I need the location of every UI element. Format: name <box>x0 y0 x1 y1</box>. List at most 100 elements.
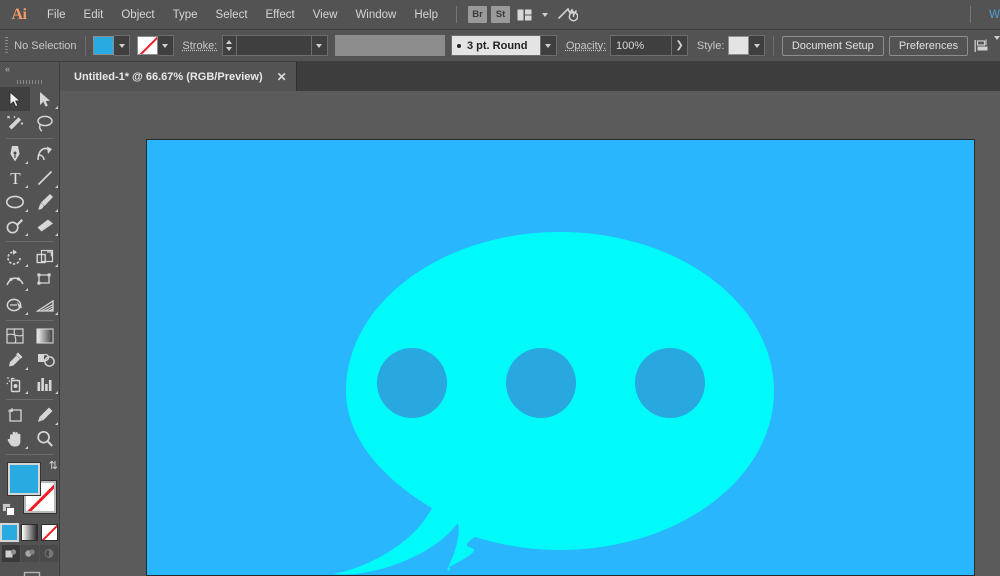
artboard-tool[interactable] <box>0 403 30 427</box>
control-bar: No Selection Stroke: 3 pt. Round Opacity… <box>0 30 1000 62</box>
stroke-dropdown-chevron-icon[interactable] <box>158 35 174 56</box>
ellipse-tool[interactable] <box>0 190 30 214</box>
stroke-weight-control[interactable] <box>222 35 328 56</box>
hand-tool[interactable] <box>0 427 30 451</box>
workspace-switcher[interactable]: W <box>980 9 1000 21</box>
type-tool[interactable]: T <box>0 166 30 190</box>
stroke-weight-label[interactable]: Stroke: <box>182 40 217 52</box>
opacity-control[interactable]: 100% ❯ <box>610 35 688 56</box>
opacity-input[interactable]: 100% <box>610 35 672 56</box>
rotate-tool[interactable] <box>0 245 30 269</box>
paintbrush-tool[interactable] <box>30 190 60 214</box>
shape-builder-tool[interactable] <box>0 293 30 317</box>
eraser-tool[interactable] <box>30 214 60 238</box>
document-tab[interactable]: Untitled-1* @ 66.67% (RGB/Preview) ✕ <box>60 62 297 91</box>
control-bar-grip[interactable] <box>5 37 8 55</box>
opacity-label[interactable]: Opacity: <box>566 40 606 52</box>
none-mode-button[interactable] <box>41 524 58 541</box>
toolbar-collapse-icon[interactable]: « <box>0 62 59 76</box>
sync-settings-icon[interactable] <box>553 0 583 30</box>
toolbar-grip[interactable] <box>0 76 59 87</box>
brush-definition-control[interactable]: 3 pt. Round <box>451 35 557 56</box>
stroke-swatch-none-icon[interactable] <box>137 36 158 55</box>
eyedropper-tool[interactable] <box>0 348 30 372</box>
menu-window[interactable]: Window <box>346 0 405 30</box>
fill-swatch[interactable] <box>93 36 114 55</box>
menu-help[interactable]: Help <box>405 0 447 30</box>
draw-normal-button[interactable] <box>2 545 20 562</box>
scale-tool[interactable] <box>30 245 60 269</box>
tool-flyout-indicator <box>55 233 58 236</box>
arrange-documents-icon[interactable] <box>512 0 537 30</box>
menu-file[interactable]: File <box>38 0 75 30</box>
arrange-chevron-down-icon[interactable] <box>537 0 553 30</box>
slice-tool[interactable] <box>30 403 60 427</box>
magic-wand-tool[interactable] <box>0 111 30 135</box>
align-to-artboard-icon[interactable] <box>974 39 991 53</box>
line-segment-tool[interactable] <box>30 166 60 190</box>
bridge-button[interactable]: Br <box>468 6 487 23</box>
brush-definition-value[interactable]: 3 pt. Round <box>451 35 541 56</box>
align-chevron-down-icon[interactable] <box>994 40 1000 52</box>
stock-button[interactable]: St <box>491 6 510 23</box>
color-mode-button[interactable] <box>1 524 18 541</box>
canvas-area[interactable] <box>60 91 1000 576</box>
opacity-more-options-icon[interactable]: ❯ <box>672 35 688 56</box>
fill-stroke-indicator: ⇅ <box>0 459 60 521</box>
default-fill-stroke-icon[interactable] <box>2 503 16 517</box>
pen-tool[interactable] <box>0 142 30 166</box>
bubble-dot-2 <box>506 348 576 418</box>
stroke-weight-stepper[interactable] <box>222 35 236 56</box>
draw-mode-row <box>0 545 59 562</box>
selection-tool[interactable] <box>0 87 30 111</box>
artboard[interactable] <box>146 139 975 576</box>
mesh-tool[interactable] <box>0 324 30 348</box>
toolbar-divider-5 <box>6 454 53 455</box>
draw-behind-button[interactable] <box>21 545 39 562</box>
curvature-tool[interactable] <box>30 142 60 166</box>
menu-view[interactable]: View <box>304 0 347 30</box>
fill-dropdown-chevron-icon[interactable] <box>114 35 130 56</box>
document-setup-button[interactable]: Document Setup <box>782 36 884 56</box>
shaper-tool[interactable] <box>0 214 30 238</box>
gradient-mode-button[interactable] <box>21 524 38 541</box>
change-screen-mode-icon[interactable] <box>17 570 43 576</box>
tool-group-navigation <box>0 403 60 451</box>
brush-definition-chevron-icon[interactable] <box>541 35 557 56</box>
zoom-tool[interactable] <box>30 427 60 451</box>
blend-tool[interactable] <box>30 348 60 372</box>
stroke-weight-chevron-icon[interactable] <box>312 35 328 56</box>
symbol-sprayer-tool[interactable] <box>0 372 30 396</box>
swap-fill-stroke-icon[interactable]: ⇅ <box>49 459 58 472</box>
tool-flyout-indicator <box>55 106 58 109</box>
menu-select[interactable]: Select <box>207 0 257 30</box>
gradient-tool[interactable] <box>30 324 60 348</box>
stroke-weight-input[interactable] <box>236 35 312 56</box>
perspective-grid-tool[interactable] <box>30 293 60 317</box>
preferences-button[interactable]: Preferences <box>889 36 968 56</box>
graphic-style-swatch[interactable] <box>728 36 749 55</box>
close-icon[interactable]: ✕ <box>277 71 287 83</box>
draw-inside-button[interactable] <box>40 545 58 562</box>
bubble-dot-3 <box>635 348 705 418</box>
width-tool[interactable] <box>0 269 30 293</box>
menu-effect[interactable]: Effect <box>257 0 304 30</box>
fill-indicator[interactable] <box>8 463 40 495</box>
fill-control[interactable] <box>93 35 130 56</box>
workspace-divider <box>970 6 971 23</box>
menu-edit[interactable]: Edit <box>75 0 113 30</box>
direct-selection-tool[interactable] <box>30 87 60 111</box>
tool-flyout-indicator <box>25 367 28 370</box>
column-graph-tool[interactable] <box>30 372 60 396</box>
free-transform-tool[interactable] <box>30 269 60 293</box>
stroke-control[interactable] <box>137 35 174 56</box>
control-divider-1 <box>85 36 86 56</box>
lasso-tool[interactable] <box>30 111 60 135</box>
tools-panel: « T ⇅ <box>0 62 60 576</box>
speech-bubble-artwork[interactable] <box>147 140 974 575</box>
menu-object[interactable]: Object <box>112 0 163 30</box>
menu-type[interactable]: Type <box>164 0 207 30</box>
app-logo-icon: Ai <box>0 0 38 30</box>
graphic-style-chevron-icon[interactable] <box>749 35 765 56</box>
graphic-style-control[interactable] <box>728 35 765 56</box>
